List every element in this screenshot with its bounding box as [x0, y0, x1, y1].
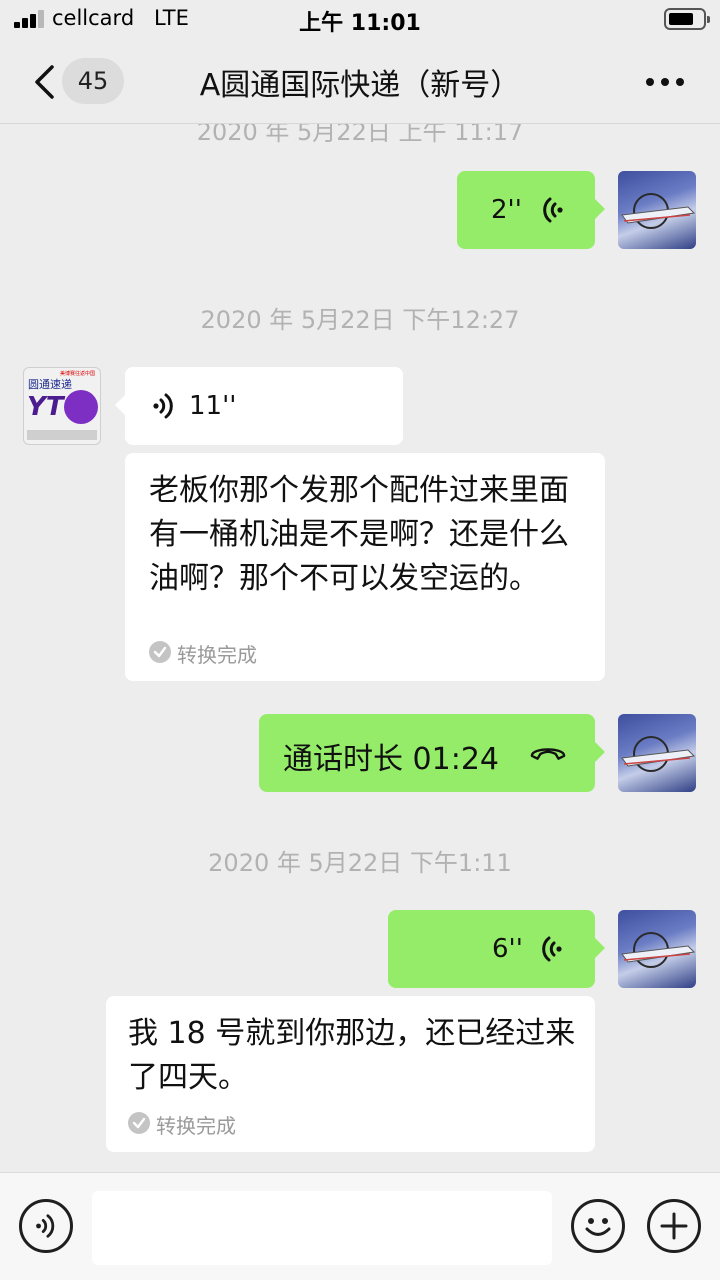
voice-message-bubble[interactable]: 2'': [457, 171, 605, 249]
status-bar: cellcard LTE 上午 11:01: [0, 0, 720, 40]
plus-icon[interactable]: [647, 1199, 701, 1253]
logo-tagline: 美博赛往返中国: [60, 371, 96, 377]
unread-count-badge[interactable]: 45: [62, 58, 124, 104]
avatar[interactable]: [618, 171, 696, 249]
voice-message-bubble[interactable]: 6'': [388, 910, 605, 988]
phone-handset-icon: [530, 748, 566, 760]
more-icon[interactable]: [646, 78, 686, 88]
voice-wave-icon: [542, 936, 562, 962]
avatar[interactable]: [618, 714, 696, 792]
transcript-status: 转换完成: [177, 643, 257, 667]
logo-emblem-icon: [64, 390, 98, 424]
status-time: 上午 11:01: [299, 11, 421, 36]
voice-input-icon[interactable]: [19, 1199, 73, 1253]
transcript-bubble[interactable]: 我 18 号就到你那边，还已经过来了四天。 转换完成: [106, 996, 595, 1152]
emoji-icon[interactable]: [571, 1199, 625, 1253]
call-duration-text: 通话时长 01:24: [283, 742, 499, 777]
voice-duration: 6'': [492, 934, 523, 964]
logo-letters: YT: [27, 392, 64, 422]
chat-screen: cellcard LTE 上午 11:01 45 A圆通国际快递（新号） 202…: [0, 0, 720, 1280]
voice-duration: 2'': [491, 195, 522, 225]
voice-message-bubble[interactable]: 11'': [115, 367, 403, 445]
transcript-text: 老板你那个发那个配件过来里面有一桶机油是不是啊？还是什么油啊？那个不可以发空运的…: [149, 473, 569, 596]
check-icon: [149, 641, 171, 663]
contact-avatar[interactable]: 圆通速递 美博赛往返中国 YT: [23, 367, 101, 445]
voice-duration: 11'': [189, 391, 237, 421]
airplane-image: [621, 193, 696, 229]
logo-name: 圆通速递: [28, 378, 72, 391]
airplane-image: [621, 736, 696, 772]
input-bar: [0, 1172, 720, 1280]
transcript-text: 我 18 号就到你那边，还已经过来了四天。: [128, 1016, 576, 1095]
chat-title: A圆通国际快递（新号）: [199, 68, 521, 103]
timestamp: 2020 年 5月22日 下午1:11: [208, 849, 512, 877]
airplane-image: [621, 932, 696, 968]
nav-bar: 45 A圆通国际快递（新号）: [0, 40, 720, 124]
timestamp: 2020 年 5月22日 下午12:27: [200, 306, 520, 334]
voice-wave-icon: [153, 393, 173, 419]
voice-wave-icon: [543, 197, 563, 223]
check-icon: [128, 1112, 150, 1134]
avatar[interactable]: [618, 910, 696, 988]
battery-icon: [664, 8, 710, 30]
back-chevron-icon[interactable]: [32, 64, 58, 100]
transcript-status: 转换完成: [156, 1114, 236, 1138]
transcript-bubble[interactable]: 老板你那个发那个配件过来里面有一桶机油是不是啊？还是什么油啊？那个不可以发空运的…: [125, 453, 605, 681]
message-input[interactable]: [92, 1191, 552, 1265]
call-record-bubble[interactable]: 通话时长 01:24: [259, 714, 605, 792]
